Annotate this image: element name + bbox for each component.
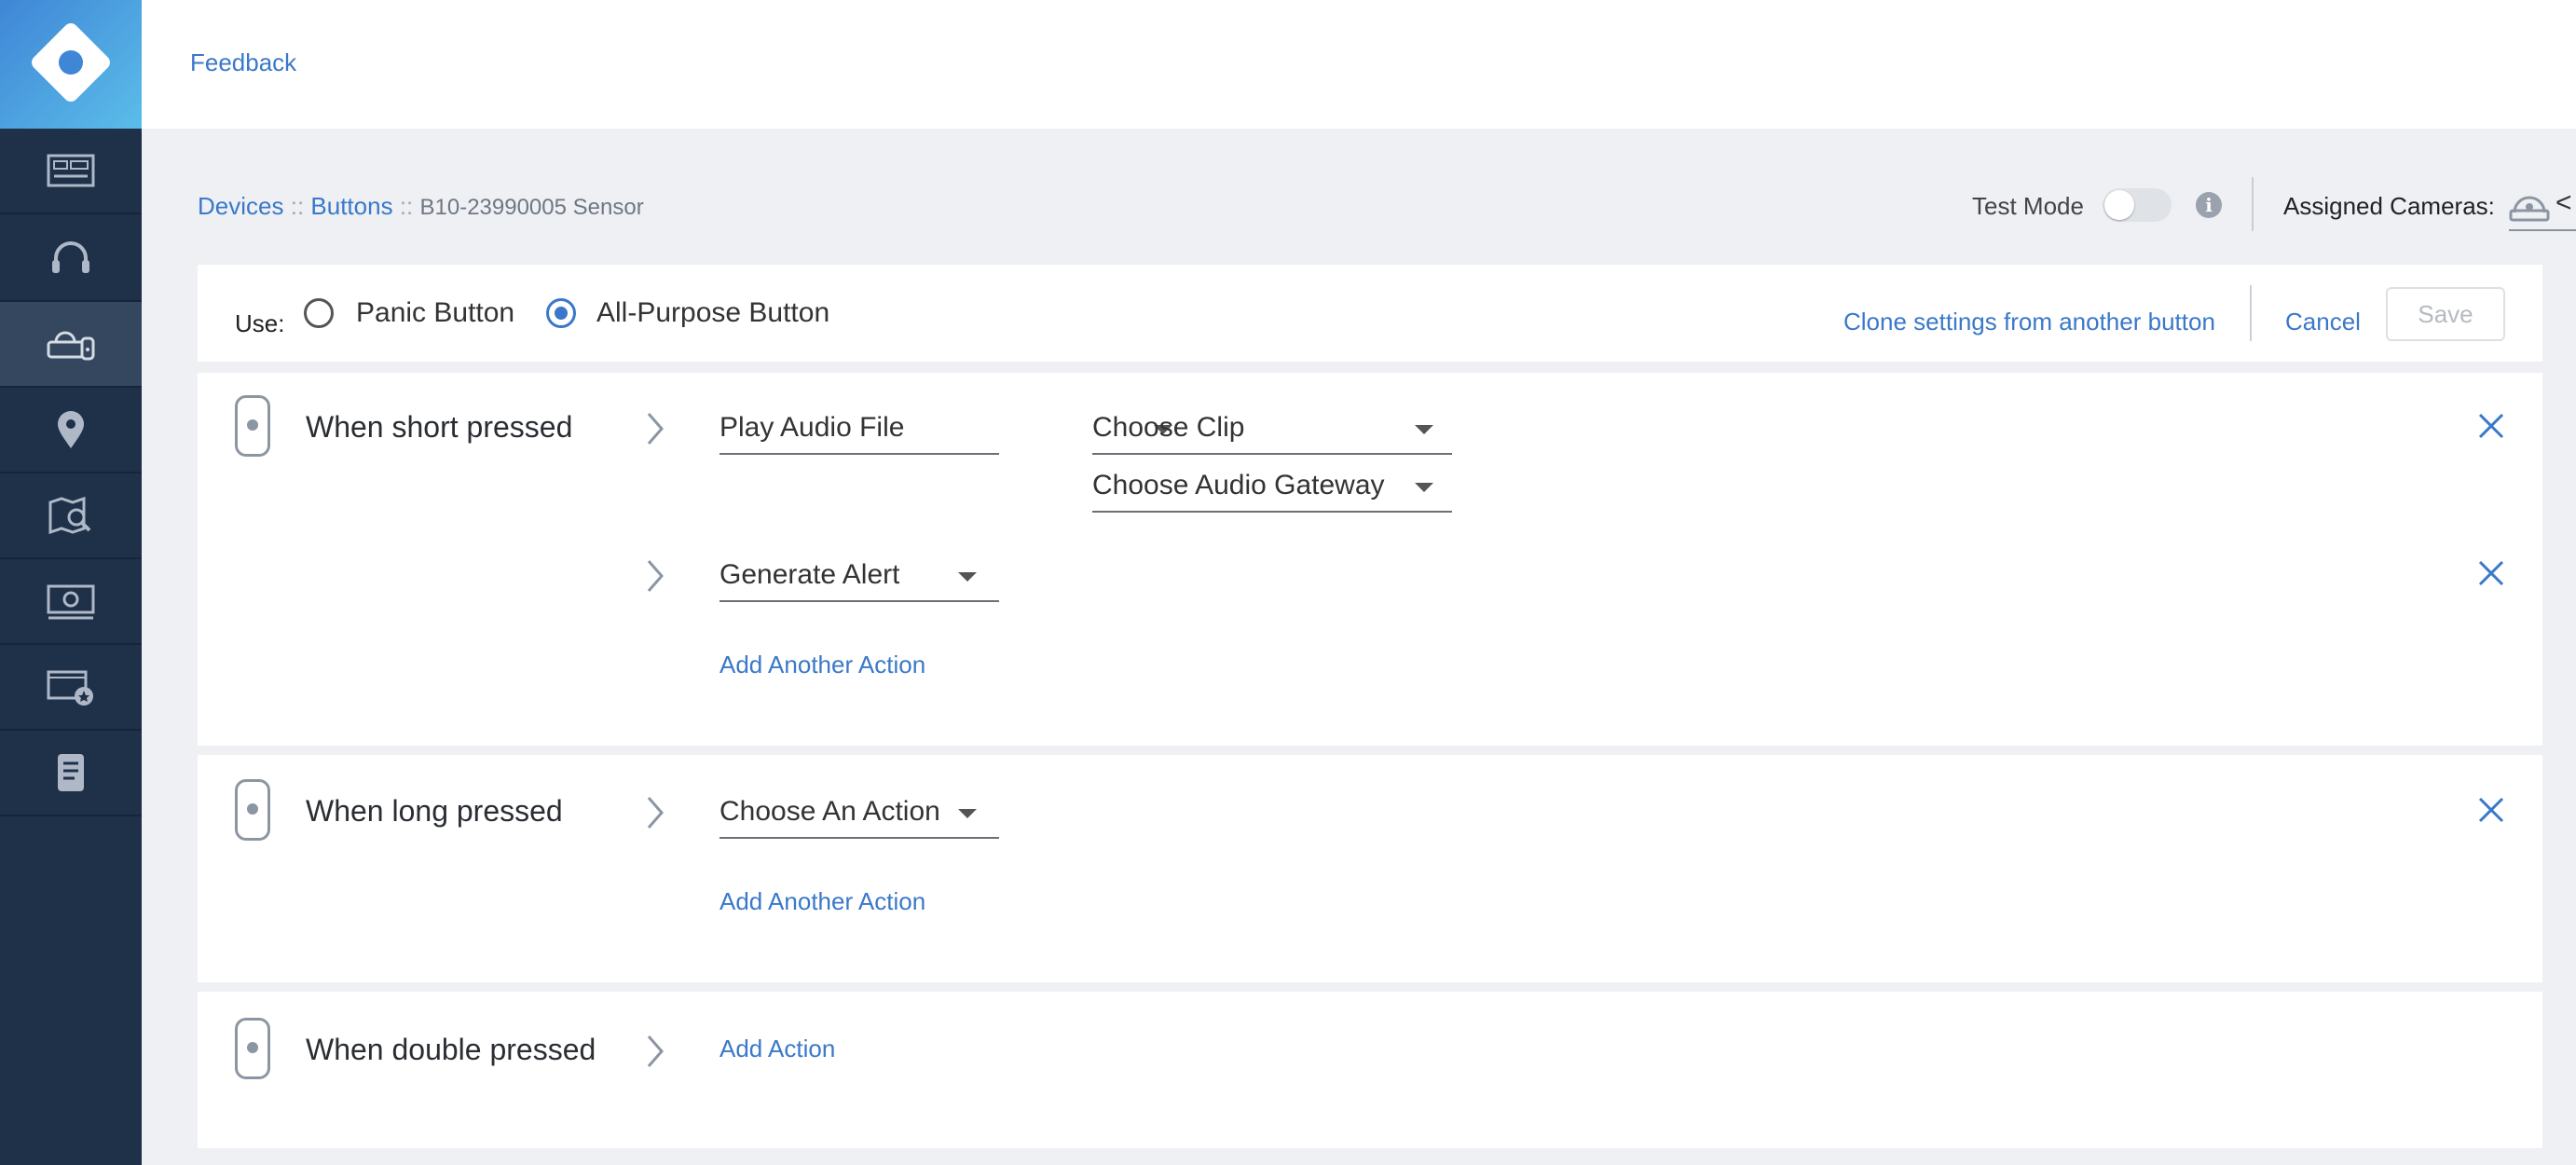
video-star-icon bbox=[47, 670, 93, 706]
breadcrumb-devices[interactable]: Devices bbox=[198, 192, 283, 220]
action-select-value: Choose An Action bbox=[719, 796, 940, 827]
save-button[interactable]: Save bbox=[2386, 287, 2505, 341]
cancel-button[interactable]: Cancel bbox=[2285, 308, 2361, 336]
double-press-label: When double pressed bbox=[306, 1033, 596, 1066]
short-press-card: When short pressed Play Audio File Choos… bbox=[198, 373, 2542, 746]
action-select[interactable]: Generate Alert bbox=[719, 552, 999, 602]
dashboard-icon bbox=[47, 154, 95, 187]
nav-dashboard[interactable] bbox=[0, 129, 142, 214]
chevron-right-icon bbox=[647, 413, 664, 445]
close-icon[interactable] bbox=[2477, 412, 2505, 440]
close-icon[interactable] bbox=[2477, 796, 2505, 824]
chevron-down-icon bbox=[958, 572, 977, 582]
chevron-down-icon bbox=[958, 809, 977, 818]
breadcrumb-buttons[interactable]: Buttons bbox=[310, 192, 392, 220]
monitor-icon bbox=[47, 584, 95, 620]
all-purpose-button-label[interactable]: All-Purpose Button bbox=[596, 297, 829, 329]
radio-all-purpose-button[interactable] bbox=[546, 298, 576, 328]
location-pin-icon bbox=[58, 411, 84, 448]
breadcrumb-separator: :: bbox=[399, 192, 414, 220]
devices-icon bbox=[47, 331, 95, 361]
double-press-card: When double pressed Add Action bbox=[198, 992, 2542, 1148]
nav-locations[interactable] bbox=[0, 388, 142, 473]
add-action-link[interactable]: Add Action bbox=[719, 1035, 835, 1063]
use-bar: Use: Panic Button All-Purpose Button Clo… bbox=[198, 265, 2542, 362]
long-press-label: When long pressed bbox=[306, 794, 563, 828]
radio-panic-button[interactable] bbox=[304, 298, 334, 328]
pushbutton-icon bbox=[235, 779, 270, 841]
panic-button-label[interactable]: Panic Button bbox=[356, 297, 514, 329]
add-another-action-link[interactable]: Add Another Action bbox=[719, 651, 925, 679]
chevron-down-icon bbox=[1415, 425, 1433, 434]
action-select[interactable]: Play Audio File bbox=[719, 404, 1172, 455]
pushbutton-icon bbox=[235, 395, 270, 457]
nav-videos[interactable] bbox=[0, 645, 142, 731]
chevron-down-icon bbox=[1415, 483, 1433, 492]
close-icon[interactable] bbox=[2477, 559, 2505, 587]
audio-gateways-select[interactable]: Choose Audio Gateways bbox=[1092, 462, 1452, 513]
action-select-value: Play Audio File bbox=[719, 412, 905, 443]
toggle-knob bbox=[2104, 190, 2134, 220]
action-select-value: Generate Alert bbox=[719, 559, 900, 590]
assigned-cameras-label: Assigned Cameras: bbox=[2283, 192, 2495, 220]
short-press-label: When short pressed bbox=[306, 410, 573, 444]
clip-select-value: Choose Clip bbox=[1092, 412, 1245, 443]
cameras-dropdown[interactable]: < bbox=[2555, 187, 2572, 219]
breadcrumb-separator: :: bbox=[290, 192, 305, 220]
action-select[interactable]: Choose An Action bbox=[719, 788, 999, 839]
breadcrumb: Devices :: Buttons :: B10-23990005 Senso… bbox=[198, 192, 644, 221]
document-icon bbox=[58, 754, 84, 791]
divider bbox=[2250, 285, 2252, 341]
chevron-right-icon bbox=[647, 797, 664, 829]
cameras-underline bbox=[2509, 229, 2576, 231]
add-another-action-link[interactable]: Add Another Action bbox=[719, 887, 925, 916]
nav-support[interactable] bbox=[0, 216, 142, 302]
headset-icon bbox=[52, 241, 89, 273]
clip-select[interactable]: Choose Clip bbox=[1092, 404, 1452, 455]
use-label: Use: bbox=[235, 309, 285, 337]
logo[interactable] bbox=[0, 0, 142, 129]
map-search-icon bbox=[48, 496, 91, 535]
nav-monitoring[interactable] bbox=[0, 559, 142, 645]
chevron-right-icon bbox=[647, 560, 664, 592]
test-mode-label: Test Mode bbox=[1972, 192, 2084, 220]
pushbutton-icon bbox=[235, 1018, 270, 1079]
divider bbox=[2252, 177, 2254, 231]
nav-devices[interactable] bbox=[0, 302, 142, 388]
audio-gateways-value: Choose Audio Gateways bbox=[1092, 470, 1385, 500]
breadcrumb-current: B10-23990005 Sensor bbox=[419, 195, 644, 220]
nav-reports[interactable] bbox=[0, 731, 142, 816]
camera-icon bbox=[2509, 196, 2550, 222]
top-header: Feedback bbox=[142, 0, 2576, 129]
chevron-right-icon bbox=[647, 1035, 664, 1067]
long-press-card: When long pressed Choose An Action Add A… bbox=[198, 755, 2542, 982]
info-icon[interactable]: i bbox=[2196, 192, 2222, 218]
sidebar bbox=[0, 0, 142, 1165]
clone-settings-link[interactable]: Clone settings from another button bbox=[1843, 308, 2215, 336]
nav-maps[interactable] bbox=[0, 473, 142, 559]
feedback-link[interactable]: Feedback bbox=[190, 48, 296, 77]
